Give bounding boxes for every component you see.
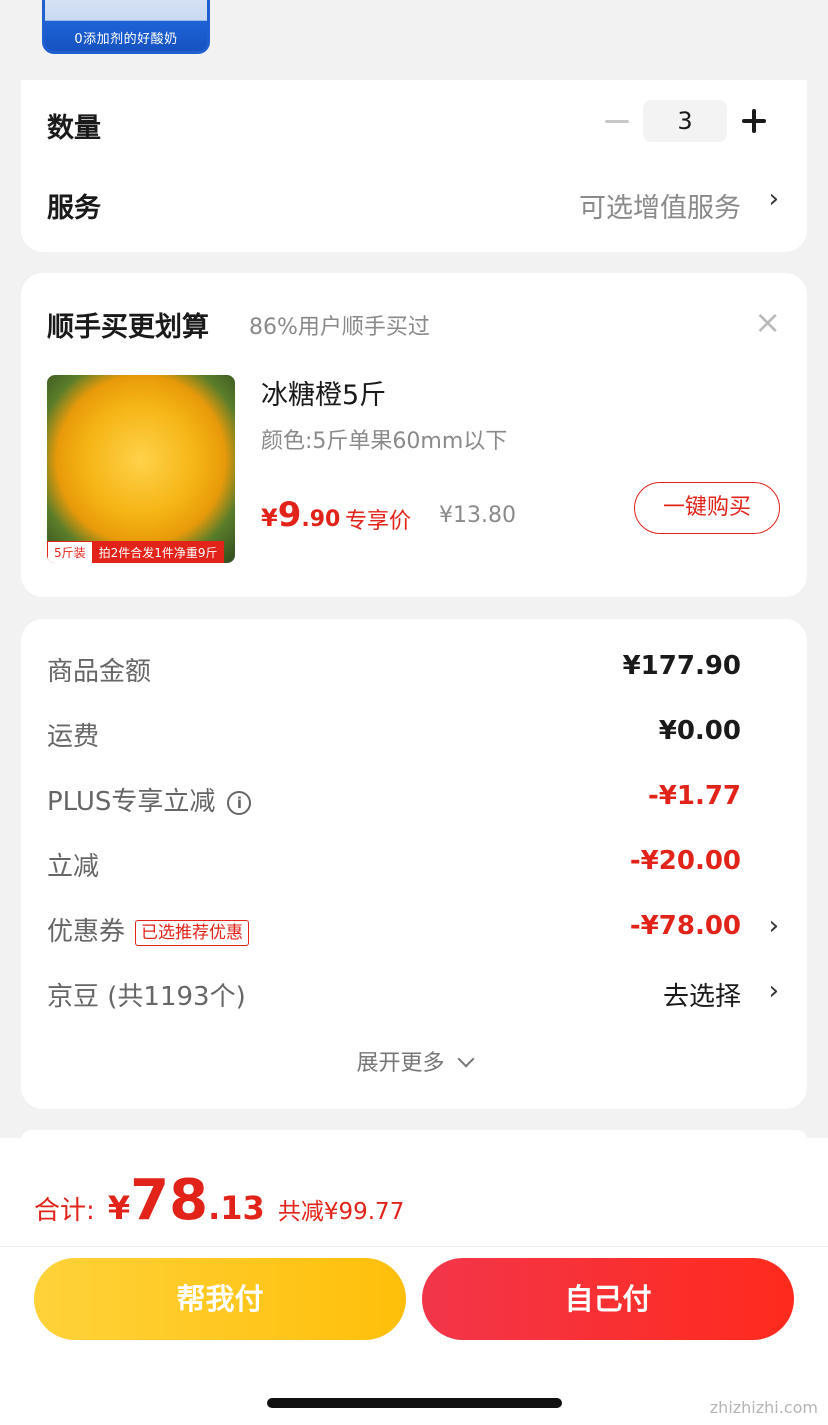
summary-row-instant: 立减 -¥20.00 bbox=[47, 846, 741, 883]
addon-subtitle: 86%用户顺手买过 bbox=[249, 315, 430, 340]
coupon-value: -¥78.00 bbox=[629, 911, 741, 941]
promo-tag-pack: 5斤装 bbox=[47, 541, 93, 563]
checkout-divider bbox=[0, 1246, 828, 1247]
summary-row-plus: PLUS专享立减 i -¥1.77 bbox=[47, 781, 741, 818]
summary-row-shipping: 运费 ¥0.00 bbox=[47, 716, 741, 753]
original-price: ¥13.80 bbox=[439, 503, 516, 528]
addon-title: 顺手买更划算 bbox=[47, 312, 209, 343]
top-strip: 0添加剂的好酸奶 bbox=[0, 0, 828, 80]
addon-price: ¥9.90 bbox=[261, 495, 340, 535]
coupon-label: 优惠券 bbox=[47, 917, 126, 947]
expand-more-label: 展开更多 bbox=[356, 1051, 445, 1076]
total-saved: 共减¥99.77 bbox=[277, 1199, 405, 1225]
exclusive-price-label: 专享价 bbox=[345, 509, 412, 534]
total-integer: 78 bbox=[130, 1168, 209, 1233]
total-label: 合计: bbox=[34, 1196, 95, 1226]
total-decimal: .13 bbox=[208, 1189, 265, 1227]
product-thumbnail[interactable]: 0添加剂的好酸奶 bbox=[42, 0, 210, 54]
jingdou-chevron-icon[interactable]: › bbox=[769, 976, 779, 1006]
instant-discount-label: 立减 bbox=[47, 852, 100, 882]
addon-item-name[interactable]: 冰糖橙5斤 bbox=[261, 373, 386, 412]
shipping-label: 运费 bbox=[47, 722, 100, 752]
orange-product-image[interactable]: 5斤装 拍2件合发1件净重9斤 bbox=[47, 375, 235, 563]
chevron-down-icon bbox=[457, 1050, 474, 1068]
shipping-value: ¥0.00 bbox=[658, 716, 741, 746]
help-pay-button[interactable]: 帮我付 bbox=[34, 1258, 406, 1340]
service-value[interactable]: 可选增值服务 bbox=[579, 186, 741, 225]
price-decimal: .90 bbox=[301, 507, 341, 532]
summary-row-coupon[interactable]: 优惠券 已选推荐优惠 -¥78.00 bbox=[47, 911, 741, 948]
coupon-badge: 已选推荐优惠 bbox=[135, 919, 250, 946]
total-price: 合计: ¥78.13 共减¥99.77 bbox=[34, 1168, 404, 1233]
instant-discount-value: -¥20.00 bbox=[629, 846, 741, 876]
order-options-card: 数量 3 服务 可选增值服务 › bbox=[21, 80, 807, 252]
expand-more-button[interactable]: 展开更多 bbox=[21, 1045, 807, 1077]
watermark: zhizhizhi.com bbox=[709, 1398, 818, 1417]
info-icon[interactable]: i bbox=[227, 790, 252, 815]
promo-tag-text: 拍2件合发1件净重9斤 bbox=[98, 546, 218, 560]
goods-amount-label: 商品金额 bbox=[47, 657, 152, 687]
coupon-chevron-icon[interactable]: › bbox=[769, 911, 779, 941]
goods-amount-value: ¥177.90 bbox=[622, 651, 741, 681]
price-summary-card: 商品金额 ¥177.90 运费 ¥0.00 PLUS专享立减 i -¥1.77 立… bbox=[21, 619, 807, 1109]
price-currency: ¥ bbox=[261, 504, 278, 532]
home-indicator[interactable] bbox=[267, 1398, 562, 1408]
plus-discount-value: -¥1.77 bbox=[647, 781, 741, 811]
addon-item-spec: 颜色:5斤单果60mm以下 bbox=[261, 429, 508, 454]
quantity-value[interactable]: 3 bbox=[643, 100, 727, 142]
quantity-increase-button[interactable] bbox=[742, 109, 766, 133]
summary-row-jingdou[interactable]: 京豆 (共1193个) 去选择 bbox=[47, 976, 741, 1013]
price-integer: 9 bbox=[277, 495, 302, 535]
product-promo-tag: 5斤装 拍2件合发1件净重9斤 bbox=[47, 541, 224, 563]
service-chevron-icon[interactable]: › bbox=[769, 184, 779, 214]
one-click-buy-button[interactable]: 一键购买 bbox=[634, 482, 780, 534]
addon-card: 顺手买更划算 86%用户顺手买过 × 5斤装 拍2件合发1件净重9斤 冰糖橙5斤 … bbox=[21, 273, 807, 597]
jingdou-label: 京豆 (共1193个) bbox=[47, 982, 246, 1012]
jingdou-select[interactable]: 去选择 bbox=[663, 976, 741, 1013]
plus-discount-label: PLUS专享立减 bbox=[47, 787, 216, 817]
summary-row-goods: 商品金额 ¥177.90 bbox=[47, 651, 741, 688]
close-icon[interactable]: × bbox=[754, 303, 781, 341]
quantity-label: 数量 bbox=[47, 113, 101, 144]
self-pay-button[interactable]: 自己付 bbox=[422, 1258, 794, 1340]
total-currency: ¥ bbox=[107, 1189, 131, 1227]
thumbnail-caption: 0添加剂的好酸奶 bbox=[74, 32, 178, 47]
service-label: 服务 bbox=[47, 193, 101, 224]
quantity-decrease-button[interactable] bbox=[605, 120, 629, 123]
